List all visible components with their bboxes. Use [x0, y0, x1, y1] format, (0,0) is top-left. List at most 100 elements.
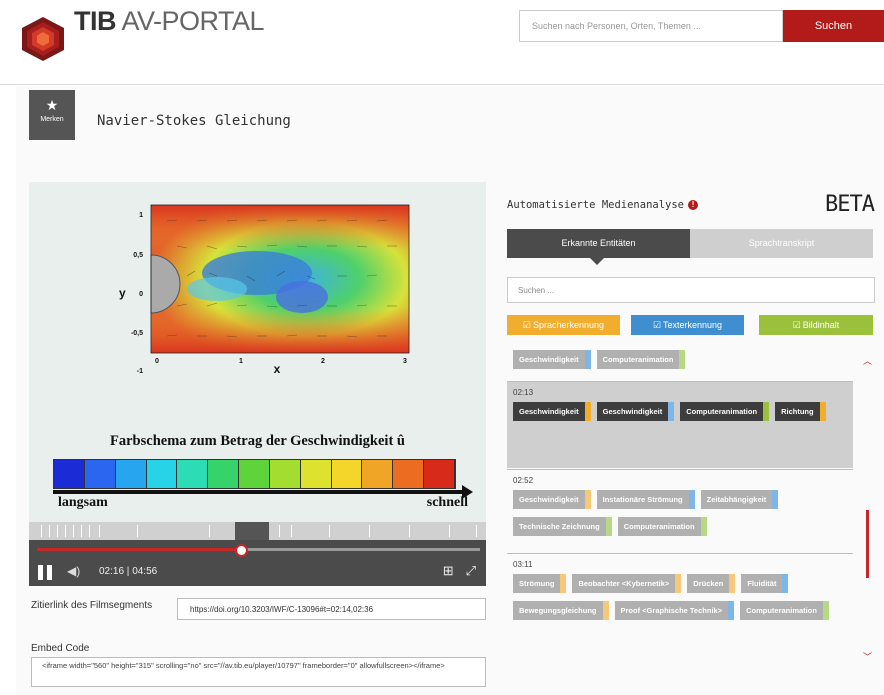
analysis-title: Automatisierte Medienanalyse!	[507, 199, 699, 211]
entity-tag[interactable]: Proof <Graphische Technik>	[614, 601, 735, 620]
logo-text[interactable]: TIB AV-PORTAL	[74, 6, 265, 37]
current-segment[interactable]	[235, 522, 269, 540]
group-timestamp[interactable]: 02:52	[513, 476, 849, 485]
speed-arrow	[53, 485, 473, 499]
segment-tick	[209, 525, 210, 537]
merken-button[interactable]: ★ Merken	[29, 90, 75, 140]
entity-tag-label: Computeranimation	[617, 517, 701, 536]
segment-tick	[57, 525, 58, 537]
entity-tag-label: Geschwindigkeit	[513, 402, 585, 421]
entity-tag[interactable]: Instationäre Strömung	[596, 490, 695, 509]
y-tick: -1	[137, 368, 143, 373]
colorbar-swatch	[177, 460, 209, 488]
entity-tag-label: Geschwindigkeit	[596, 402, 669, 421]
merken-label: Merken	[40, 116, 64, 123]
entity-tag-label: Instationäre Strömung	[596, 490, 689, 509]
flow-plot: 1 0,5 0 -0,5 -1 0 1 2 3 y x	[119, 204, 410, 373]
group-timestamp[interactable]: 02:13	[513, 388, 849, 397]
source-indicator	[602, 601, 609, 620]
entity-tag[interactable]: Geschwindigkeit	[513, 350, 591, 369]
entity-tag[interactable]: Computeranimation	[680, 402, 770, 421]
embed-code-field[interactable]: <iframe width="560" height="315" scrolli…	[31, 657, 486, 687]
segment-tick	[279, 525, 280, 537]
entity-group[interactable]: 03:11 Strömung Beobachter <Kybernetik> Drüc…	[507, 554, 853, 659]
source-indicator	[560, 574, 567, 593]
video-controls: ◀) 02:16 | 04:56 ⊞ ⤢	[29, 540, 486, 586]
search-input[interactable]: Suchen nach Personen, Orten, Themen ...	[519, 10, 783, 42]
filter-image-button[interactable]: ☑ Bildinhalt	[759, 315, 873, 335]
fast-label: schnell	[426, 495, 468, 510]
entity-group[interactable]: 02:13 Geschwindigkeit Geschwindigkeit Compu…	[507, 382, 853, 468]
entity-tag-label: Zeitabhängigkeit	[700, 490, 773, 509]
x-tick: 0	[155, 358, 159, 365]
y-tick: 0	[139, 291, 143, 298]
x-tick: 3	[403, 358, 407, 365]
entity-tag[interactable]: Computeranimation	[740, 601, 829, 620]
citation-field[interactable]: https://doi.org/10.3203/IWF/C-13096#t=02…	[177, 598, 486, 620]
entity-tag-label: Richtung	[775, 402, 820, 421]
colorbar-swatch	[54, 460, 85, 488]
progress-handle[interactable]	[234, 544, 248, 557]
entity-tag[interactable]: Bewegungsgleichung	[513, 601, 609, 620]
entity-group[interactable]: 02:52 Geschwindigkeit Instationäre Strömun…	[507, 470, 853, 550]
entity-group[interactable]: Geschwindigkeit Computeranimation	[507, 344, 853, 378]
segment-tick	[81, 525, 82, 537]
checkbox-icon: ☑	[652, 320, 662, 330]
entity-tag-label: Computeranimation	[680, 402, 764, 421]
info-icon[interactable]: !	[688, 200, 699, 210]
entity-tag[interactable]: Geschwindigkeit	[596, 402, 675, 421]
y-tick: 0,5	[133, 252, 143, 259]
entity-search-input[interactable]: Suchen ...	[507, 277, 875, 303]
tag-list: Geschwindigkeit Instationäre Strömung Zeit…	[513, 490, 849, 544]
entity-tag[interactable]: Computeranimation	[617, 517, 707, 536]
entity-tag-label: Proof <Graphische Technik>	[614, 601, 729, 620]
player-buttons: ⊞ ⤢	[431, 563, 476, 579]
tab-entities[interactable]: Erkannte Entitäten	[507, 229, 690, 265]
entity-tag-label: Technische Zeichnung	[513, 517, 606, 536]
segment-bar[interactable]	[29, 522, 486, 540]
x-tick: 2	[321, 358, 325, 365]
entity-tag[interactable]: Geschwindigkeit	[513, 490, 591, 509]
beta-label: BETA	[825, 192, 875, 217]
entity-tag[interactable]: Drücken	[687, 574, 736, 593]
source-indicator	[772, 490, 779, 509]
source-indicator	[763, 402, 770, 421]
search-button[interactable]: Suchen	[783, 10, 884, 42]
source-indicator	[700, 517, 707, 536]
segment-tick	[329, 525, 330, 537]
entity-tag-label: Bewegungsgleichung	[513, 601, 603, 620]
entity-tag[interactable]: Fluidität	[741, 574, 789, 593]
group-timestamp[interactable]: 03:11	[513, 560, 849, 569]
colorbar-swatch	[84, 460, 116, 488]
source-indicator	[584, 490, 591, 509]
colorbar-swatch	[424, 460, 455, 488]
fullscreen-icon[interactable]: ⤢	[466, 563, 476, 578]
entity-tag[interactable]: Strömung	[513, 574, 567, 593]
scroll-down-icon[interactable]: ﹀	[863, 650, 872, 663]
pause-icon[interactable]	[38, 565, 53, 580]
entity-tag[interactable]: Geschwindigkeit	[513, 402, 591, 421]
scrollbar-thumb[interactable]	[866, 510, 869, 578]
segment-tick	[65, 525, 66, 537]
source-indicator	[675, 574, 682, 593]
tib-logo-icon[interactable]	[18, 14, 68, 64]
video-frame[interactable]: 1 0,5 0 -0,5 -1 0 1 2 3 y x Farbschema z…	[29, 182, 486, 522]
segment-tick	[476, 525, 477, 537]
scroll-up-icon[interactable]: ︿	[863, 354, 872, 367]
filter-text-button[interactable]: ☑ Texterkennung	[631, 315, 744, 335]
x-tick: 1	[239, 358, 243, 365]
entity-tag[interactable]: Beobachter <Kybernetik>	[572, 574, 682, 593]
video-caption: Farbschema zum Betrag der Geschwindigkei…	[110, 433, 405, 449]
expand-icon[interactable]: ⊞	[443, 563, 454, 578]
source-indicator	[822, 601, 829, 620]
embed-label: Embed Code	[31, 643, 90, 654]
entity-tag[interactable]: Computeranimation	[596, 350, 686, 369]
filter-speech-button[interactable]: ☑ Spracherkennung	[507, 315, 620, 335]
checkbox-icon: ☑	[522, 320, 531, 330]
entity-tag[interactable]: Technische Zeichnung	[513, 517, 612, 536]
entity-tag[interactable]: Zeitabhängigkeit	[700, 490, 779, 509]
tab-transcript[interactable]: Sprachtranskript	[690, 229, 873, 258]
entity-tag[interactable]: Richtung	[775, 402, 826, 421]
entity-tag-label: Computeranimation	[596, 350, 680, 369]
volume-icon[interactable]: ◀)	[67, 564, 80, 578]
